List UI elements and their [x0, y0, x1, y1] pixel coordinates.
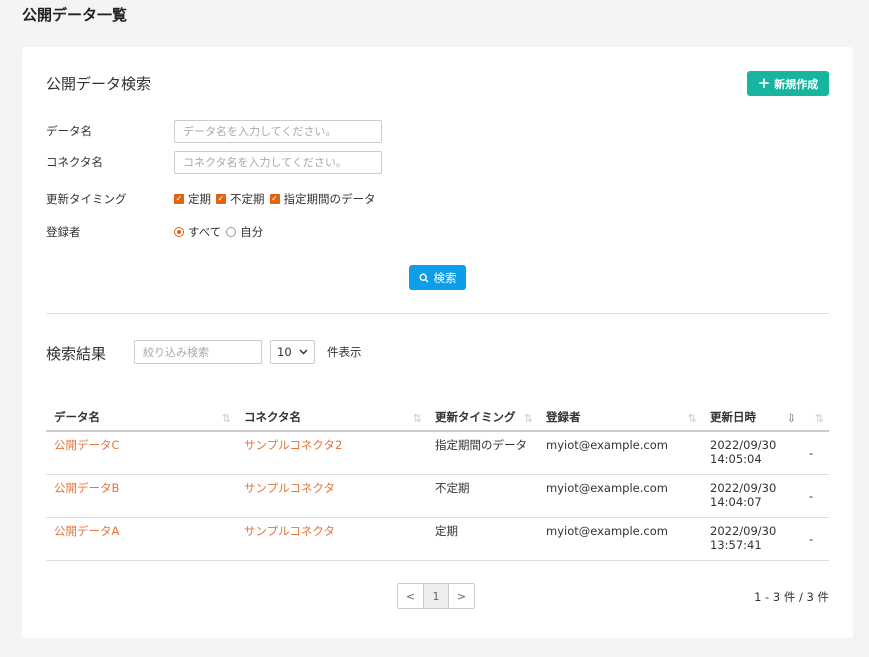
- data-name-link[interactable]: 公開データB: [46, 474, 236, 518]
- registrant-option-self[interactable]: 自分: [226, 224, 263, 240]
- registrant-cell: myiot@example.com: [538, 517, 702, 561]
- pagination: < 1 >: [397, 583, 475, 609]
- timing-option-period[interactable]: ✓ 指定期間のデータ: [269, 191, 376, 207]
- radio-unselected-icon: [226, 227, 237, 237]
- chevron-down-icon: [299, 349, 308, 355]
- connector-name-input[interactable]: [174, 151, 382, 174]
- extra-cell: -: [801, 431, 829, 475]
- search-icon: [418, 272, 428, 282]
- search-button[interactable]: 検索: [409, 265, 466, 290]
- table-row: 公開データC サンプルコネクタ2 指定期間のデータ myiot@example.…: [46, 431, 829, 475]
- results-table: データ名 ⇅ コネクタ名 ⇅ 更新タイミング ⇅ 登録者 ⇅ 更新日時 ⇩ ⇅ 公開データ…: [46, 389, 829, 561]
- search-section-title: 公開データ検索: [46, 75, 152, 93]
- sort-icon: ⇅: [687, 412, 697, 425]
- registrant-label: 登録者: [46, 225, 81, 239]
- page-size-select[interactable]: 10: [270, 340, 315, 364]
- data-name-link[interactable]: 公開データC: [46, 431, 236, 475]
- search-button-label: 検索: [433, 270, 457, 285]
- sort-icon: ⇅: [814, 412, 824, 425]
- page-size-suffix: 件表示: [327, 345, 362, 359]
- sort-icon: ⇅: [523, 412, 533, 425]
- pagination-prev-button[interactable]: <: [397, 583, 424, 609]
- sort-icon: ⇅: [412, 412, 422, 425]
- filter-search-input[interactable]: [134, 340, 262, 364]
- page-title: 公開データ一覧: [22, 6, 128, 24]
- plus-icon: +: [757, 74, 771, 92]
- new-create-button[interactable]: + 新規作成: [747, 71, 829, 96]
- pagination-next-button[interactable]: >: [448, 583, 475, 609]
- results-title: 検索結果: [46, 345, 107, 363]
- new-create-label: 新規作成: [774, 77, 819, 91]
- timing-option-regular[interactable]: ✓ 定期: [174, 191, 211, 207]
- connector-link[interactable]: サンプルコネクタ2: [236, 431, 427, 475]
- checkbox-checked-icon: ✓: [216, 194, 226, 204]
- checkbox-checked-icon: ✓: [269, 194, 280, 204]
- column-header-timing[interactable]: 更新タイミング ⇅: [427, 389, 538, 432]
- table-header-row: データ名 ⇅ コネクタ名 ⇅ 更新タイミング ⇅ 登録者 ⇅ 更新日時 ⇩ ⇅: [46, 389, 829, 432]
- connector-link[interactable]: サンプルコネクタ: [236, 517, 427, 561]
- timing-cell: 不定期: [427, 474, 538, 518]
- registrant-options: すべて 自分: [174, 224, 268, 240]
- registrant-cell: myiot@example.com: [538, 431, 702, 475]
- result-count: 1 - 3 件 / 3 件: [754, 590, 829, 604]
- extra-cell: -: [801, 517, 829, 561]
- checkbox-checked-icon: ✓: [174, 194, 184, 204]
- timing-options: ✓ 定期 ✓ 不定期 ✓ 指定期間のデータ: [174, 191, 381, 207]
- data-name-input[interactable]: [174, 120, 382, 143]
- main-card: 公開データ検索 + 新規作成 データ名 コネクタ名 更新タイミング ✓定期 ✓不…: [22, 47, 853, 638]
- timing-cell: 定期: [427, 517, 538, 561]
- updated-cell: 2022/09/30 14:05:04: [702, 431, 801, 475]
- connector-link[interactable]: サンプルコネクタ: [236, 474, 427, 518]
- extra-cell: -: [801, 474, 829, 518]
- column-header-registrant[interactable]: 登録者 ⇅: [538, 389, 702, 432]
- column-header-updated[interactable]: 更新日時 ⇩: [702, 389, 801, 432]
- updated-cell: 2022/09/30 14:04:07: [702, 474, 801, 518]
- timing-cell: 指定期間のデータ: [427, 431, 538, 475]
- sort-desc-icon: ⇩: [786, 412, 796, 425]
- data-name-label: データ名: [46, 124, 92, 138]
- sort-icon: ⇅: [221, 412, 231, 425]
- timing-label: 更新タイミング: [46, 192, 127, 206]
- column-header-connector[interactable]: コネクタ名 ⇅: [236, 389, 427, 432]
- data-name-link[interactable]: 公開データA: [46, 517, 236, 561]
- connector-name-label: コネクタ名: [46, 155, 104, 169]
- updated-cell: 2022/09/30 13:57:41: [702, 517, 801, 561]
- table-row: 公開データB サンプルコネクタ 不定期 myiot@example.com 20…: [46, 474, 829, 518]
- registrant-cell: myiot@example.com: [538, 474, 702, 518]
- column-header-data-name[interactable]: データ名 ⇅: [46, 389, 236, 432]
- radio-selected-icon: [174, 227, 184, 237]
- page-size-value: 10: [277, 345, 292, 359]
- registrant-option-all[interactable]: すべて: [174, 224, 221, 240]
- divider: [46, 313, 829, 314]
- column-header-extra[interactable]: ⇅: [801, 389, 829, 432]
- pagination-page-1[interactable]: 1: [423, 583, 449, 609]
- table-row: 公開データA サンプルコネクタ 定期 myiot@example.com 202…: [46, 517, 829, 561]
- timing-option-irregular[interactable]: ✓ 不定期: [216, 191, 265, 207]
